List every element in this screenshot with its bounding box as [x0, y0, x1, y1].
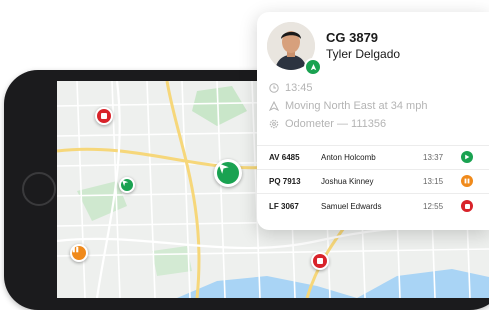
divider	[257, 193, 489, 194]
fleet-row[interactable]: LF 3067 Samuel Edwards 12:55	[257, 195, 489, 217]
stop-icon	[101, 113, 107, 119]
navigation-arrow-icon	[269, 101, 279, 111]
fleet-driver-name: Samuel Edwards	[321, 202, 382, 211]
pause-icon	[464, 178, 470, 184]
navigation-arrow-icon	[121, 179, 129, 187]
navigation-arrow-icon	[218, 163, 229, 174]
map-marker-moving[interactable]	[119, 177, 135, 193]
last-update-time: 13:45	[285, 82, 313, 94]
map-marker-paused[interactable]	[70, 244, 88, 262]
fleet-driver-name: Joshua Kinney	[321, 177, 374, 186]
last-update-row: 13:45	[269, 82, 313, 94]
map-marker-selected[interactable]	[214, 159, 242, 187]
gear-icon	[269, 119, 279, 129]
status-moving-badge	[461, 151, 473, 163]
vehicle-detail-card[interactable]: CG 3879 Tyler Delgado 13:45 Moving North…	[257, 12, 489, 230]
map-marker-stopped[interactable]	[95, 107, 113, 125]
heading-text: Moving North East at 34 mph	[285, 100, 428, 112]
status-stopped-badge	[461, 200, 473, 212]
clock-icon	[269, 83, 279, 93]
heading-row: Moving North East at 34 mph	[269, 100, 427, 112]
fleet-vehicle-id: LF 3067	[269, 202, 299, 211]
fleet-row[interactable]: AV 6485 Anton Holcomb 13:37	[257, 146, 489, 168]
status-paused-badge	[461, 175, 473, 187]
navigation-arrow-icon	[310, 63, 316, 70]
pause-icon	[72, 246, 79, 253]
fleet-driver-name: Anton Holcomb	[321, 153, 376, 162]
driver-status-badge	[304, 58, 322, 76]
odometer-text: Odometer — 111356	[285, 118, 387, 130]
fleet-time: 13:15	[423, 177, 444, 186]
driver-name: Tyler Delgado	[326, 47, 401, 61]
vehicle-id: CG 3879	[326, 30, 379, 45]
fleet-time: 13:37	[423, 153, 444, 162]
phone-home-button	[22, 172, 56, 206]
stop-icon	[317, 258, 323, 264]
fleet-vehicle-id: AV 6485	[269, 153, 300, 162]
odometer-row: Odometer — 111356	[269, 118, 386, 130]
fleet-vehicle-id: PQ 7913	[269, 177, 301, 186]
stop-icon	[464, 203, 470, 209]
fleet-row[interactable]: PQ 7913 Joshua Kinney 13:15	[257, 170, 489, 192]
play-icon	[465, 154, 470, 160]
map-marker-stopped[interactable]	[311, 252, 329, 270]
fleet-time: 12:55	[423, 202, 444, 211]
